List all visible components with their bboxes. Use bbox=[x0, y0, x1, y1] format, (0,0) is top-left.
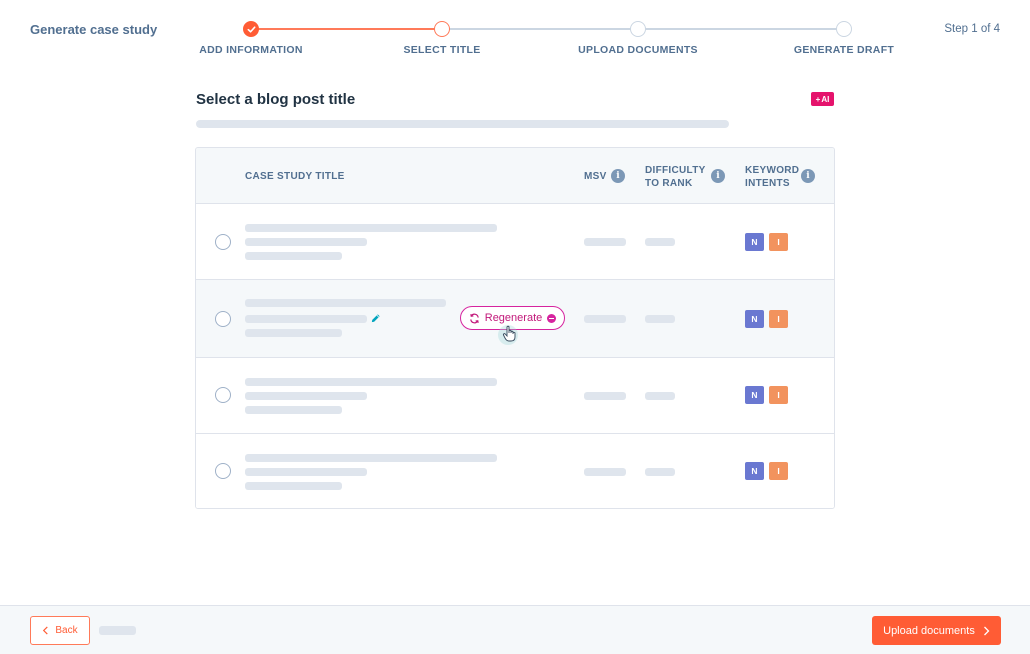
intent-tag-informational: I bbox=[769, 233, 788, 251]
title-skeleton bbox=[245, 468, 367, 476]
intent-tag-navigational: N bbox=[745, 462, 764, 480]
difficulty-skeleton bbox=[645, 238, 675, 246]
upload-documents-label: Upload documents bbox=[883, 624, 975, 637]
intent-tag-navigational: N bbox=[745, 310, 764, 328]
msv-info-icon[interactable]: i bbox=[611, 169, 625, 183]
difficulty-info-icon[interactable]: i bbox=[711, 169, 725, 183]
step-3-label: UPLOAD DOCUMENTS bbox=[578, 44, 698, 56]
ai-icon bbox=[547, 313, 557, 323]
step-2-label: SELECT TITLE bbox=[403, 44, 481, 56]
step-3-dot bbox=[630, 21, 646, 37]
title-skeleton bbox=[245, 392, 367, 400]
pencil-icon[interactable] bbox=[370, 313, 381, 324]
ai-badge: + AI bbox=[811, 92, 834, 106]
regenerate-label: Regenerate bbox=[484, 312, 543, 324]
column-header-keyword-intents[interactable]: KEYWORD INTENTS bbox=[745, 164, 805, 190]
title-skeleton bbox=[245, 224, 497, 232]
back-label: Back bbox=[55, 625, 78, 636]
step-2-dot[interactable] bbox=[434, 21, 450, 37]
refresh-icon bbox=[469, 313, 479, 323]
footer-skeleton bbox=[99, 626, 136, 635]
title-skeleton bbox=[245, 299, 446, 307]
msv-skeleton bbox=[584, 392, 626, 400]
progress-stepper: ADD INFORMATION SELECT TITLE UPLOAD DOCU… bbox=[0, 0, 1030, 60]
ai-badge-label: AI bbox=[821, 94, 830, 104]
row-radio[interactable] bbox=[215, 234, 231, 250]
sparkle-icon: + bbox=[815, 94, 821, 104]
title-table: CASE STUDY TITLE MSV i DIFFICULTY TO RAN… bbox=[195, 147, 835, 509]
title-skeleton bbox=[245, 315, 367, 323]
chevron-left-icon bbox=[43, 626, 49, 635]
footer-bar: Back Upload documents bbox=[0, 605, 1030, 654]
hand-cursor-icon bbox=[502, 325, 516, 342]
title-skeleton bbox=[245, 406, 342, 414]
row-radio[interactable] bbox=[215, 311, 231, 327]
step-1-label: ADD INFORMATION bbox=[199, 44, 303, 56]
title-skeleton bbox=[245, 454, 497, 462]
step-connector-done bbox=[251, 28, 442, 30]
back-button[interactable]: Back bbox=[30, 616, 90, 645]
intent-tag-navigational: N bbox=[745, 386, 764, 404]
section-title: Select a blog post title bbox=[196, 91, 356, 108]
column-header-difficulty[interactable]: DIFFICULTY TO RANK bbox=[645, 164, 715, 190]
title-skeleton bbox=[245, 482, 342, 490]
intent-tag-navigational: N bbox=[745, 233, 764, 251]
column-header-title[interactable]: CASE STUDY TITLE bbox=[245, 170, 345, 183]
upload-documents-button[interactable]: Upload documents bbox=[872, 616, 1001, 645]
table-row[interactable]: N I bbox=[196, 204, 834, 280]
title-skeleton bbox=[245, 238, 367, 246]
msv-skeleton bbox=[584, 315, 626, 323]
title-skeleton bbox=[245, 252, 342, 260]
title-skeleton bbox=[245, 378, 497, 386]
table-row[interactable]: N I bbox=[196, 358, 834, 434]
intent-tag-informational: I bbox=[769, 386, 788, 404]
difficulty-skeleton bbox=[645, 468, 675, 476]
column-header-msv[interactable]: MSV bbox=[584, 170, 607, 183]
step-4-label: GENERATE DRAFT bbox=[793, 44, 895, 56]
chevron-right-icon bbox=[983, 626, 990, 635]
table-header: CASE STUDY TITLE MSV i DIFFICULTY TO RAN… bbox=[196, 148, 834, 204]
table-row[interactable]: Regenerate N I bbox=[196, 280, 834, 358]
check-icon bbox=[247, 25, 255, 33]
step-4-dot bbox=[836, 21, 852, 37]
row-radio[interactable] bbox=[215, 387, 231, 403]
difficulty-skeleton bbox=[645, 392, 675, 400]
msv-skeleton bbox=[584, 238, 626, 246]
title-skeleton bbox=[245, 329, 342, 337]
intents-info-icon[interactable]: i bbox=[801, 169, 815, 183]
difficulty-skeleton bbox=[645, 315, 675, 323]
intent-tag-informational: I bbox=[769, 462, 788, 480]
step-1-dot[interactable] bbox=[243, 21, 259, 37]
subtitle-skeleton bbox=[196, 120, 729, 128]
row-radio[interactable] bbox=[215, 463, 231, 479]
intent-tag-informational: I bbox=[769, 310, 788, 328]
table-row[interactable]: N I bbox=[196, 434, 834, 508]
msv-skeleton bbox=[584, 468, 626, 476]
